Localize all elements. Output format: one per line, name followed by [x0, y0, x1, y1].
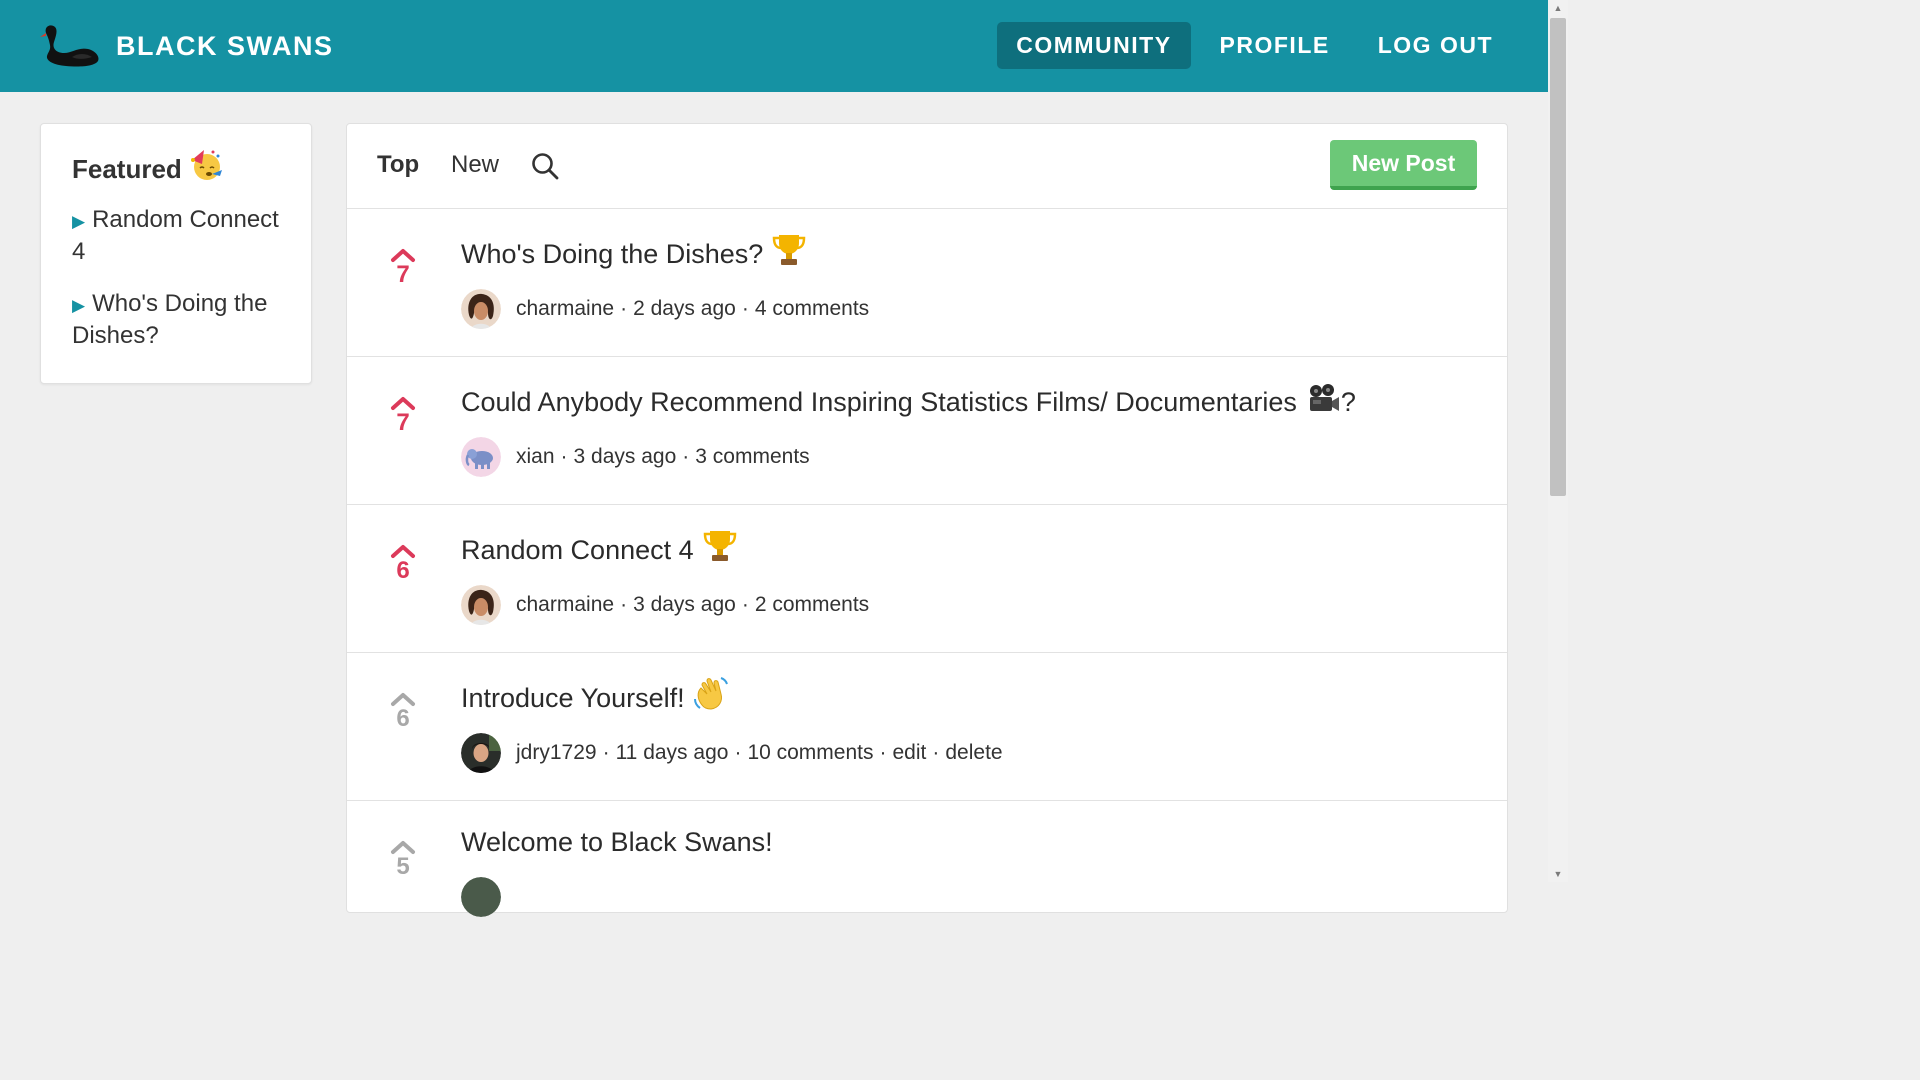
separator-dot: ·: [620, 297, 628, 320]
post-meta: [461, 877, 516, 917]
post-author[interactable]: charmaine: [516, 297, 614, 321]
new-post-button[interactable]: New Post: [1330, 140, 1477, 190]
brand-name: BLACK SWANS: [116, 30, 334, 61]
post-meta: charmaine · 2 days ago · 4 comments: [461, 289, 869, 329]
separator-dot: ·: [932, 741, 940, 764]
avatar-elephant[interactable]: [461, 437, 501, 477]
separator-dot: ·: [741, 593, 749, 616]
post-author[interactable]: charmaine: [516, 593, 614, 617]
featured-item-label: Random Connect 4: [72, 206, 279, 265]
post-title[interactable]: Welcome to Black Swans!: [461, 827, 773, 858]
trophy-icon: [703, 530, 736, 561]
post-age: 3 days ago: [633, 593, 736, 616]
post-age: 2 days ago: [633, 297, 736, 320]
separator-dot: ·: [560, 445, 568, 468]
separator-dot: ·: [620, 593, 628, 616]
avatar-placeholder[interactable]: [461, 877, 501, 917]
post-title-text: Could Anybody Recommend Inspiring Statis…: [461, 387, 1297, 417]
vote-box: 6: [383, 691, 423, 731]
search-icon[interactable]: [531, 152, 559, 180]
tab-new[interactable]: New: [451, 151, 499, 179]
trophy-icon: [773, 234, 806, 265]
main-nav: COMMUNITY PROFILE LOG OUT: [987, 22, 1512, 69]
posts-panel: Top New New Post 7 Who's Doing the Dishe…: [346, 123, 1508, 917]
post-comments[interactable]: 10 comments: [747, 741, 873, 765]
separator-dot: ·: [682, 445, 690, 468]
featured-item-whos-doing-the-dishes[interactable]: ▶ Who's Doing the Dishes?: [72, 289, 281, 351]
post-author[interactable]: xian: [516, 445, 555, 469]
featured-sidebar: Featured ▶ Random Connect 4 ▶ Who's Doing …: [40, 123, 312, 384]
post-row: 5 Welcome to Black Swans!: [347, 801, 1507, 948]
separator-dot: ·: [602, 741, 610, 764]
vote-count: 5: [396, 853, 410, 880]
featured-item-random-connect-4[interactable]: ▶ Random Connect 4: [72, 205, 281, 267]
vote-count: 6: [396, 557, 410, 584]
post-row: 7 Who's Doing the Dishes? charmaine · 2 da…: [347, 209, 1507, 357]
scroll-down-icon[interactable]: ▼: [1548, 866, 1568, 882]
nav-profile[interactable]: PROFILE: [1201, 22, 1349, 69]
featured-title: Featured: [72, 154, 182, 184]
posts-toolbar: Top New New Post: [347, 124, 1507, 209]
post-title-suffix: ?: [1340, 387, 1356, 417]
partying-face-icon: [190, 149, 222, 180]
post-age: 11 days ago: [615, 741, 729, 764]
delete-link[interactable]: delete: [945, 741, 1002, 765]
post-row: 6 Random Connect 4 charmaine · 3 days ago ·…: [347, 505, 1507, 653]
page-scrollbar[interactable]: ▲ ▼: [1548, 0, 1568, 882]
scroll-thumb[interactable]: [1550, 18, 1566, 496]
vote-count: 7: [396, 409, 410, 436]
post-title[interactable]: Could Anybody Recommend Inspiring Statis…: [461, 383, 1356, 418]
triangle-right-icon: ▶: [72, 212, 86, 231]
post-row: 6 Introduce Yourself! jdry1729 · 11 days a…: [347, 653, 1507, 801]
post-title[interactable]: Random Connect 4: [461, 530, 738, 566]
vote-count: 7: [396, 261, 410, 288]
post-title-text: Random Connect 4: [461, 535, 694, 565]
post-title-text: Welcome to Black Swans!: [461, 827, 773, 857]
post-meta: charmaine · 3 days ago · 2 comments: [461, 585, 869, 625]
featured-item-label: Who's Doing the Dishes?: [72, 290, 268, 349]
post-row: 7 Could Anybody Recommend Inspiring Stat…: [347, 357, 1507, 505]
post-meta: xian · 3 days ago · 3 comments: [461, 437, 810, 477]
vote-box: 7: [383, 247, 423, 287]
triangle-right-icon: ▶: [72, 296, 86, 315]
post-title[interactable]: Who's Doing the Dishes?: [461, 234, 807, 270]
waving-hand-icon: [693, 676, 728, 710]
post-title[interactable]: Introduce Yourself!: [461, 676, 729, 714]
separator-dot: ·: [734, 741, 742, 764]
scroll-up-icon[interactable]: ▲: [1548, 0, 1568, 16]
separator-dot: ·: [741, 297, 749, 320]
vote-count: 6: [396, 705, 410, 732]
post-meta: jdry1729 · 11 days ago · 10 comments · edit · de…: [461, 733, 1003, 773]
avatar-jdry[interactable]: [461, 733, 501, 773]
post-title-text: Who's Doing the Dishes?: [461, 239, 764, 269]
post-author[interactable]: jdry1729: [516, 741, 597, 765]
post-comments[interactable]: 3 comments: [695, 445, 809, 469]
brand[interactable]: BLACK SWANS: [38, 23, 334, 69]
separator-dot: ·: [879, 741, 887, 764]
avatar-charmaine[interactable]: [461, 289, 501, 329]
post-age: 3 days ago: [573, 445, 677, 468]
vote-box: 6: [383, 543, 423, 583]
film-projector-icon: [1309, 383, 1339, 411]
black-swan-logo-icon: [40, 25, 99, 67]
nav-log-out[interactable]: LOG OUT: [1359, 22, 1512, 69]
tab-top[interactable]: Top: [377, 151, 419, 179]
post-comments[interactable]: 4 comments: [755, 297, 869, 321]
nav-community[interactable]: COMMUNITY: [997, 22, 1191, 69]
post-title-text: Introduce Yourself!: [461, 683, 685, 713]
featured-list: ▶ Random Connect 4 ▶ Who's Doing the Dishe…: [72, 205, 281, 351]
vote-box: 5: [383, 839, 423, 879]
edit-link[interactable]: edit: [893, 741, 927, 765]
top-navbar: BLACK SWANS COMMUNITY PROFILE LOG OUT: [0, 0, 1548, 92]
post-comments[interactable]: 2 comments: [755, 593, 869, 617]
vote-box: 7: [383, 395, 423, 435]
avatar-charmaine[interactable]: [461, 585, 501, 625]
featured-heading: Featured: [72, 149, 281, 185]
